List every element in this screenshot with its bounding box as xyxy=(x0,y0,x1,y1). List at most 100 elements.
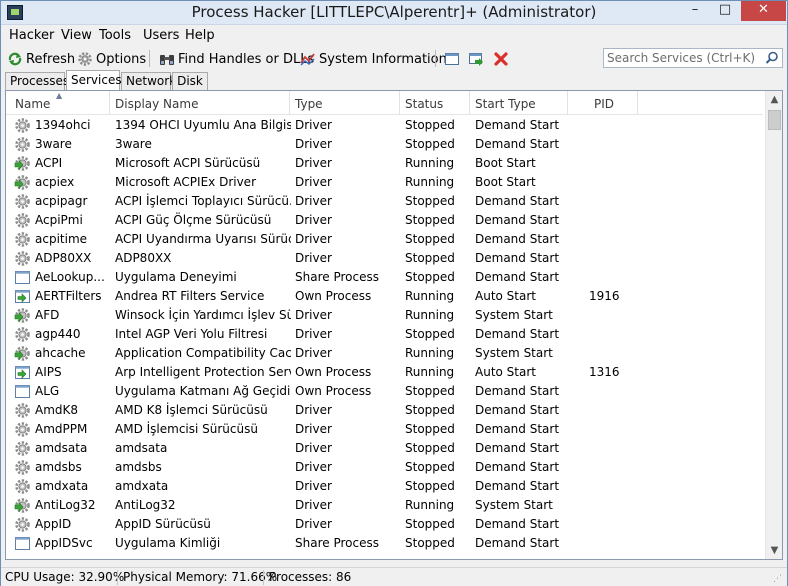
search-icon[interactable] xyxy=(765,51,779,65)
service-display-name: Microsoft ACPIEx Driver xyxy=(115,175,256,189)
window-button[interactable] xyxy=(444,49,463,69)
service-type: Driver xyxy=(295,194,332,208)
services-list[interactable]: ▲ Name Display Name Type Status Start Ty… xyxy=(5,90,783,560)
service-row[interactable]: acpiex Microsoft ACPIEx Driver Driver Runni… xyxy=(6,173,763,192)
service-type: Driver xyxy=(295,156,332,170)
tab-processes[interactable]: Processes xyxy=(5,72,69,90)
toolbar-separator xyxy=(435,50,436,67)
service-row[interactable]: acpipagr ACPI İşlemci Toplayıcı Sürücü...… xyxy=(6,192,763,211)
service-row[interactable]: AERTFilters Andrea RT Filters Service Own … xyxy=(6,287,763,306)
column-header-pid[interactable]: PID xyxy=(568,91,638,115)
service-status: Stopped xyxy=(405,403,455,417)
status-separator xyxy=(263,570,264,585)
service-name: acpipagr xyxy=(35,194,88,208)
minimize-button[interactable]: – xyxy=(681,1,709,21)
service-status: Stopped xyxy=(405,460,455,474)
service-row[interactable]: AppIDSvc Uygulama Kimliği Share Process Sto… xyxy=(6,534,763,553)
service-start-type: Demand Start xyxy=(475,536,560,550)
service-gear-running-icon xyxy=(14,155,31,172)
service-gear-running-icon xyxy=(14,497,31,514)
search-input[interactable] xyxy=(604,49,759,67)
go-to-window-button[interactable] xyxy=(468,49,487,69)
service-start-type: System Start xyxy=(475,308,553,322)
service-row[interactable]: AmdK8 AMD K8 İşlemci Sürücüsü Driver Stoppe… xyxy=(6,401,763,420)
menu-help[interactable]: Help xyxy=(185,28,215,43)
service-type: Own Process xyxy=(295,384,372,398)
column-header-start-type[interactable]: Start Type xyxy=(470,91,568,115)
service-type: Driver xyxy=(295,118,332,132)
sort-ascending-icon: ▲ xyxy=(56,91,63,100)
service-status: Stopped xyxy=(405,213,455,227)
close-button[interactable]: ✕ xyxy=(741,1,786,21)
service-type: Driver xyxy=(295,232,332,246)
service-start-type: Boot Start xyxy=(475,156,536,170)
resize-grip-icon[interactable]: ⋰ xyxy=(773,573,785,585)
service-status: Stopped xyxy=(405,270,455,284)
service-name: AcpiPmi xyxy=(35,213,83,227)
service-row[interactable]: AeLookup... Uygulama Deneyimi Share Proces… xyxy=(6,268,763,287)
vertical-scrollbar[interactable]: ▲ ▼ xyxy=(765,91,782,559)
service-row[interactable]: ahcache Application Compatibility Cac... D… xyxy=(6,344,763,363)
service-status: Running xyxy=(405,175,455,189)
menu-tools[interactable]: Tools xyxy=(99,28,131,43)
service-row[interactable]: ADP80XX ADP80XX Driver Stopped Demand Start xyxy=(6,249,763,268)
service-display-name: amdsbs xyxy=(115,460,162,474)
refresh-button[interactable]: Refresh xyxy=(7,49,75,69)
menu-view[interactable]: View xyxy=(61,28,92,43)
service-row[interactable]: ACPI Microsoft ACPI Sürücüsü Driver Running… xyxy=(6,154,763,173)
service-type: Driver xyxy=(295,251,332,265)
service-row[interactable]: AIPS Arp Intelligent Protection Serv... Ow… xyxy=(6,363,763,382)
service-gear-running-icon xyxy=(14,174,31,191)
service-name: amdxata xyxy=(35,479,89,493)
service-display-name: Intel AGP Veri Yolu Filtresi xyxy=(115,327,268,341)
service-row[interactable]: AFD Winsock İçin Yardımcı İşlev Sü... Driv… xyxy=(6,306,763,325)
service-row[interactable]: 3ware 3ware Driver Stopped Demand Start xyxy=(6,135,763,154)
service-row[interactable]: 1394ohci 1394 OHCI Uyumlu Ana Bilgis... Dr… xyxy=(6,116,763,135)
service-row[interactable]: amdsbs amdsbs Driver Stopped Demand Start xyxy=(6,458,763,477)
service-row[interactable]: amdsata amdsata Driver Stopped Demand Start xyxy=(6,439,763,458)
service-name: acpiex xyxy=(35,175,75,189)
service-display-name: amdsata xyxy=(115,441,168,455)
service-type: Driver xyxy=(295,498,332,512)
service-type: Driver xyxy=(295,137,332,151)
tab-disk[interactable]: Disk xyxy=(172,72,208,90)
service-row[interactable]: AppID AppID Sürücüsü Driver Stopped Demand S… xyxy=(6,515,763,534)
service-window-icon xyxy=(14,535,31,552)
tab-network[interactable]: Network xyxy=(121,72,176,90)
service-display-name: Andrea RT Filters Service xyxy=(115,289,265,303)
service-row[interactable]: amdxata amdxata Driver Stopped Demand Start xyxy=(6,477,763,496)
window-icon xyxy=(444,51,460,67)
column-header-name[interactable]: ▲ Name xyxy=(10,91,110,115)
service-row[interactable]: acpitime ACPI Uyandırma Uyarısı Sürüc... D… xyxy=(6,230,763,249)
scroll-up-arrow-icon[interactable]: ▲ xyxy=(766,91,782,108)
column-header-display-name[interactable]: Display Name xyxy=(110,91,290,115)
title-bar[interactable]: Process Hacker [LITTLEPC\Alperentr]+ (Ad… xyxy=(1,1,787,25)
menu-hacker[interactable]: Hacker xyxy=(9,28,54,43)
service-name: ADP80XX xyxy=(35,251,92,265)
options-button[interactable]: Options xyxy=(77,49,146,69)
service-display-name: AppID Sürücüsü xyxy=(115,517,211,531)
find-handles-button[interactable]: Find Handles or DLLs xyxy=(159,49,314,69)
tab-services[interactable]: Services xyxy=(66,70,122,90)
system-information-button[interactable]: System Information xyxy=(300,49,447,69)
service-start-type: Demand Start xyxy=(475,479,560,493)
service-row[interactable]: ALG Uygulama Katmanı Ağ Geçidi ... Own Pro… xyxy=(6,382,763,401)
scroll-thumb[interactable] xyxy=(768,110,781,130)
column-header-type[interactable]: Type xyxy=(290,91,400,115)
menu-users[interactable]: Users xyxy=(143,28,179,43)
service-name: AmdPPM xyxy=(35,422,88,436)
maximize-button[interactable]: □ xyxy=(711,1,739,21)
service-name: AppID xyxy=(35,517,72,531)
service-start-type: Auto Start xyxy=(475,365,536,379)
scroll-down-arrow-icon[interactable]: ▼ xyxy=(766,542,782,559)
service-row[interactable]: agp440 Intel AGP Veri Yolu Filtresi Driver… xyxy=(6,325,763,344)
column-header-status[interactable]: Status xyxy=(400,91,470,115)
terminate-button[interactable] xyxy=(493,49,512,69)
service-row[interactable]: AntiLog32 AntiLog32 Driver Running System St… xyxy=(6,496,763,515)
service-type: Own Process xyxy=(295,289,372,303)
service-row[interactable]: AmdPPM AMD İşlemcisi Sürücüsü Driver Stoppe… xyxy=(6,420,763,439)
search-services-box[interactable] xyxy=(603,48,783,68)
service-row[interactable]: AcpiPmi ACPI Güç Ölçme Sürücüsü Driver Stop… xyxy=(6,211,763,230)
service-start-type: Demand Start xyxy=(475,251,560,265)
service-type: Own Process xyxy=(295,365,372,379)
